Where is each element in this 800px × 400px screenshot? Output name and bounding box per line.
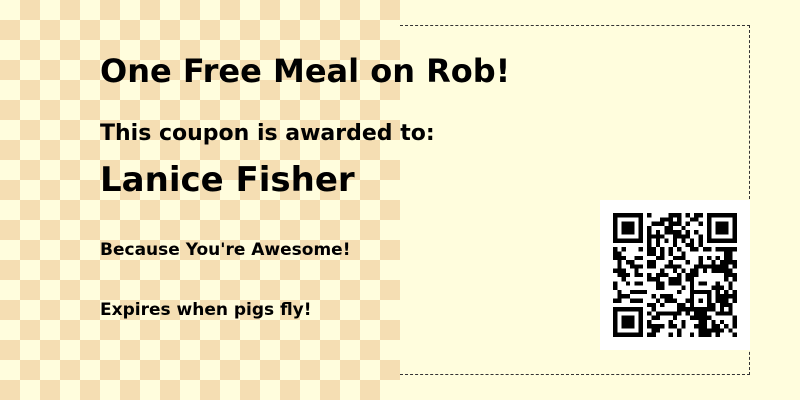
expiry-text: Expires when pigs fly! [100,300,312,320]
qr-code [600,200,750,350]
awarded-label: This coupon is awarded to: [100,121,435,146]
award-reason: Because You're Awesome! [100,240,351,260]
coupon-title: One Free Meal on Rob! [100,52,511,90]
recipient-name: Lanice Fisher [100,160,355,200]
qr-code-icon [613,213,737,337]
